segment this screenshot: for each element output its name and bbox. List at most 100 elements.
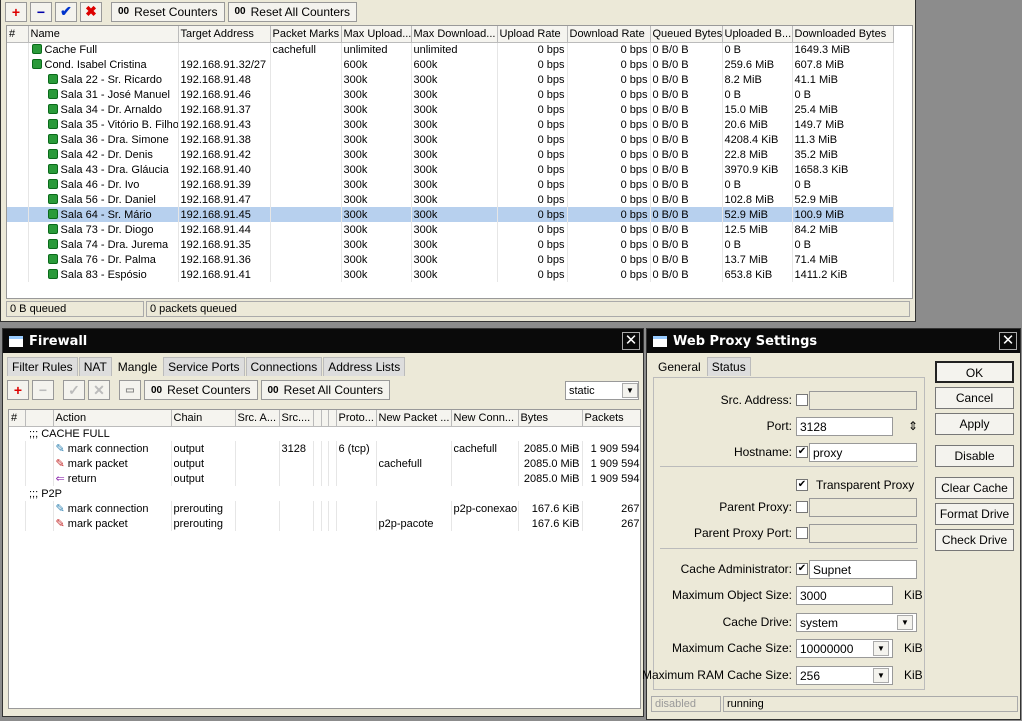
rule-row[interactable]: ⇐ return output 2085.0 MiB 1 909 594 [9, 471, 640, 486]
column-header[interactable]: Upload Rate [497, 26, 568, 43]
comment-button[interactable]: ▭ [119, 380, 141, 400]
column-header[interactable]: Proto... [336, 410, 377, 427]
apply-button[interactable]: Apply [935, 413, 1014, 435]
column-header[interactable]: Packets [582, 410, 640, 427]
column-header[interactable]: Queued Bytes [650, 26, 723, 43]
column-header[interactable]: Downloaded Bytes [792, 26, 894, 43]
queue-row[interactable]: Sala 35 - Vitório B. Filho 192.168.91.43 3… [7, 117, 894, 132]
cache-admin-input[interactable]: Supnet [809, 560, 917, 579]
tab-nat[interactable]: NAT [78, 357, 112, 376]
queue-row[interactable]: Sala 74 - Dra. Jurema 192.168.91.35 300k 30… [7, 237, 894, 252]
clear-cache-button[interactable]: Clear Cache [935, 477, 1014, 499]
queue-row[interactable]: Cache Full cachefull unlimited unlimited 0 b… [7, 42, 894, 57]
column-header[interactable]: Src. A... [235, 410, 280, 427]
hostname-checkbox[interactable]: ✔ [796, 446, 808, 458]
queue-row[interactable]: Sala 36 - Dra. Simone 192.168.91.38 300k 30… [7, 132, 894, 147]
tab-address-lists[interactable]: Address Lists [323, 357, 406, 376]
column-header[interactable]: Src.... [279, 410, 314, 427]
max-cache-input[interactable]: 10000000 ▼ [796, 639, 893, 658]
reset-counters-button[interactable]: 00 Reset Counters [111, 1, 225, 22]
column-header[interactable]: Target Address [178, 26, 271, 43]
max-object-input[interactable]: 3000 [796, 586, 893, 605]
queue-row[interactable]: Sala 83 - Espósio 192.168.91.41 300k 300k 0 … [7, 267, 894, 282]
remove-button[interactable]: − [32, 380, 54, 400]
add-button[interactable]: + [7, 380, 29, 400]
close-button[interactable]: ✕ [999, 332, 1017, 350]
parent-proxy-port-input[interactable] [809, 524, 917, 543]
ok-button[interactable]: OK [935, 361, 1014, 383]
column-header[interactable] [25, 410, 54, 427]
rule-row[interactable]: ✎ mark packet prerouting p2p-pacote 167.6 K… [9, 516, 640, 531]
chevron-down-icon[interactable]: ▼ [873, 668, 889, 683]
reset-all-counters-button[interactable]: 00 Reset All Counters [227, 1, 358, 22]
enable-button[interactable]: ✔ [55, 1, 77, 22]
remove-button[interactable]: − [30, 1, 52, 22]
field-label: Port: [766, 419, 792, 433]
cache-admin-checkbox[interactable]: ✔ [796, 563, 808, 575]
parent-proxy-input[interactable] [809, 498, 917, 517]
chevron-down-icon[interactable]: ▼ [873, 641, 889, 656]
rule-row[interactable]: ✎ mark packet output cachefull 2085.0 MiB 1 … [9, 456, 640, 471]
queue-row[interactable]: Sala 22 - Sr. Ricardo 192.168.91.48 300k 30… [7, 72, 894, 87]
tab-service-ports[interactable]: Service Ports [163, 357, 245, 376]
comment-row[interactable]: ;;; CACHE FULL [9, 426, 640, 441]
filter-select[interactable]: static ▼ [565, 381, 639, 400]
disable-button[interactable]: Disable [935, 445, 1014, 467]
src-address-checkbox[interactable] [796, 394, 808, 406]
column-header[interactable]: Max Download... [411, 26, 498, 43]
column-header[interactable]: Uploaded B... [722, 26, 793, 43]
column-header[interactable]: Name [28, 26, 179, 43]
queue-row[interactable]: Sala 64 - Sr. Mário 192.168.91.45 300k 300k… [7, 207, 894, 222]
format-drive-button[interactable]: Format Drive [935, 503, 1014, 525]
column-header[interactable]: Action [53, 410, 172, 427]
disable-button[interactable]: ✕ [88, 380, 110, 400]
column-header[interactable]: Bytes [518, 410, 583, 427]
tab-filter-rules[interactable]: Filter Rules [7, 357, 78, 376]
queue-row[interactable]: Sala 34 - Dr. Arnaldo 192.168.91.37 300k 30… [7, 102, 894, 117]
tab-mangle[interactable]: Mangle [112, 357, 163, 376]
comment-row[interactable]: ;;; P2P [9, 486, 640, 501]
queue-row[interactable]: Sala 56 - Dr. Daniel 192.168.91.47 300k 300… [7, 192, 894, 207]
rule-row[interactable]: ✎ mark connection prerouting p2p-conexao 16… [9, 501, 640, 516]
column-header[interactable]: # [9, 410, 26, 427]
tab-status[interactable]: Status [706, 357, 751, 376]
add-button[interactable]: + [5, 1, 27, 22]
column-header[interactable]: New Packet ... [376, 410, 452, 427]
column-header[interactable] [313, 410, 322, 427]
tab-connections[interactable]: Connections [245, 357, 323, 376]
column-header[interactable]: Max Upload... [341, 26, 412, 43]
column-header[interactable] [328, 410, 337, 427]
hostname-input[interactable]: proxy [809, 443, 917, 462]
max-ram-input[interactable]: 256 ▼ [796, 666, 893, 685]
queue-row[interactable]: Sala 43 - Dra. Gláucia 192.168.91.40 300k 3… [7, 162, 894, 177]
reset-all-counters-button[interactable]: 00 Reset All Counters [260, 380, 391, 400]
column-header[interactable]: Download Rate [567, 26, 651, 43]
port-input[interactable]: 3128 [796, 417, 893, 436]
check-drive-button[interactable]: Check Drive [935, 529, 1014, 551]
cancel-button[interactable]: Cancel [935, 387, 1014, 409]
transparent-proxy-checkbox[interactable]: ✔ [796, 479, 808, 491]
queue-row[interactable]: Sala 73 - Dr. Diogo 192.168.91.44 300k 300k… [7, 222, 894, 237]
queue-row[interactable]: Sala 31 - José Manuel 192.168.91.46 300k 30… [7, 87, 894, 102]
column-header[interactable] [321, 410, 329, 427]
disable-button[interactable]: ✖ [80, 1, 102, 22]
rule-row[interactable]: ✎ mark connection output 3128 6 (tcp) cachef… [9, 441, 640, 456]
column-header[interactable]: Packet Marks [270, 26, 342, 43]
spinner-icon[interactable]: ⇕ [908, 419, 918, 433]
queue-row[interactable]: Cond. Isabel Cristina 192.168.91.32/27 600… [7, 57, 894, 72]
close-button[interactable]: ✕ [622, 332, 640, 350]
queue-row[interactable]: Sala 76 - Dr. Palma 192.168.91.36 300k 300k… [7, 252, 894, 267]
tab-general[interactable]: General [653, 357, 706, 376]
parent-proxy-checkbox[interactable] [796, 501, 808, 513]
reset-counters-button[interactable]: 00 Reset Counters [144, 380, 258, 400]
queue-row[interactable]: Sala 46 - Dr. Ivo 192.168.91.39 300k 300k 0 … [7, 177, 894, 192]
chevron-down-icon[interactable]: ▼ [897, 615, 913, 630]
enable-button[interactable]: ✓ [63, 380, 85, 400]
queue-row[interactable]: Sala 42 - Dr. Denis 192.168.91.42 300k 300k… [7, 147, 894, 162]
column-header[interactable]: New Conn... [451, 410, 519, 427]
parent-proxy-port-checkbox[interactable] [796, 527, 808, 539]
column-header[interactable]: # [7, 26, 29, 43]
column-header[interactable]: Chain [171, 410, 236, 427]
src-address-input[interactable] [809, 391, 917, 410]
cache-drive-input[interactable]: system ▼ [796, 613, 917, 632]
